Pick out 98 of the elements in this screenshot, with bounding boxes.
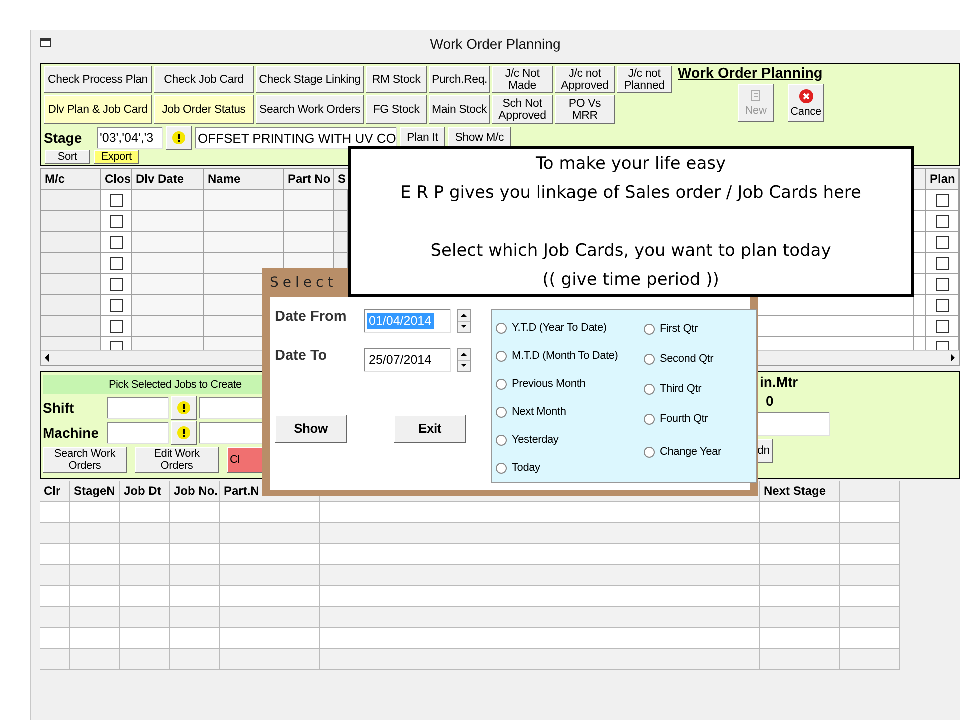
- lookup-button[interactable]: [171, 420, 197, 444]
- period-option[interactable]: Third Qtr: [644, 374, 756, 404]
- cancel-button[interactable]: Cance: [788, 84, 824, 122]
- table-cell: [840, 649, 900, 670]
- toolbar-button[interactable]: Check Stage Linking: [256, 66, 364, 93]
- table-cell: [284, 211, 334, 232]
- dialog-button[interactable]: Exit: [394, 415, 466, 443]
- toolbar-button[interactable]: Dlv Plan & Job Card: [44, 95, 152, 124]
- column-header[interactable]: Job No.: [170, 481, 220, 502]
- checkbox[interactable]: [110, 194, 122, 206]
- action-button[interactable]: Edit Work Orders: [135, 447, 219, 473]
- checkbox[interactable]: [936, 298, 948, 312]
- column-header[interactable]: Job Dt: [120, 481, 170, 502]
- column-header[interactable]: Clr: [40, 481, 70, 502]
- table-cell: [170, 649, 220, 670]
- table-cell: [40, 649, 70, 670]
- table-cell: [334, 211, 348, 232]
- toolbar-button[interactable]: Search Work Orders: [256, 95, 364, 124]
- callout-text: Select which Job Cards, you want to plan today: [430, 240, 832, 263]
- checkbox[interactable]: [110, 214, 122, 228]
- period-option[interactable]: M.T.D (Month To Date): [496, 342, 644, 370]
- column-header[interactable]: Plan: [926, 169, 959, 190]
- stage-name-field[interactable]: OFFSET PRINTING WITH UV CO: [195, 127, 397, 149]
- warning-icon: [177, 400, 191, 414]
- action-button[interactable]: Search Work Orders: [43, 447, 127, 473]
- toolbar-button[interactable]: J/c not Planned: [617, 66, 672, 93]
- new-icon: [749, 89, 763, 103]
- warning-icon: [177, 426, 191, 440]
- period-option[interactable]: Yesterday: [496, 426, 644, 454]
- metric-label: in.Mtr: [760, 374, 798, 390]
- stage-code-field[interactable]: '03','04','3: [97, 127, 163, 149]
- dialog-button[interactable]: Show: [275, 415, 347, 443]
- checkbox[interactable]: [936, 256, 948, 270]
- date-field[interactable]: 25/07/2014: [364, 348, 452, 372]
- column-header[interactable]: Clos: [101, 169, 132, 190]
- checkbox[interactable]: [936, 214, 948, 228]
- toolbar-button[interactable]: FG Stock: [366, 95, 427, 124]
- checkbox[interactable]: [110, 340, 122, 350]
- table-cell: [334, 232, 348, 253]
- checkbox[interactable]: [936, 278, 948, 290]
- checkbox[interactable]: [110, 298, 122, 312]
- column-header[interactable]: StageN: [70, 481, 120, 502]
- spin-button[interactable]: [457, 348, 471, 372]
- table-cell: [284, 190, 334, 211]
- checkbox[interactable]: [936, 340, 948, 350]
- form-heading: Work Order Planning: [678, 66, 824, 82]
- cancel-icon: [798, 88, 814, 104]
- column-header[interactable]: Next Stage: [760, 481, 840, 502]
- period-option[interactable]: Today: [496, 454, 644, 482]
- table-cell: [70, 649, 120, 670]
- toolbar-button[interactable]: Sch Not Approved: [492, 95, 553, 124]
- toolbar-button[interactable]: Purch.Req.: [429, 66, 490, 93]
- window-icon: [40, 38, 52, 48]
- date-label: Date To: [275, 348, 328, 364]
- input-field[interactable]: [107, 422, 169, 444]
- warning-icon: [172, 131, 186, 145]
- toolbar-button[interactable]: Main Stock: [429, 95, 490, 124]
- toolbar-button[interactable]: PO Vs MRR: [555, 95, 615, 124]
- period-option[interactable]: Y.T.D (Year To Date): [496, 314, 644, 342]
- spin-button[interactable]: [457, 309, 471, 333]
- column-header[interactable]: M/c: [41, 169, 101, 190]
- checkbox[interactable]: [110, 278, 122, 290]
- checkbox[interactable]: [936, 320, 948, 332]
- toolbar-button[interactable]: J/c not Approved: [555, 66, 615, 93]
- column-header[interactable]: Name: [204, 169, 284, 190]
- toolbar-button[interactable]: Job Order Status: [154, 95, 254, 124]
- field-label: Machine: [43, 424, 100, 440]
- period-option[interactable]: Next Month: [496, 398, 644, 426]
- column-header[interactable]: Part No: [284, 169, 334, 190]
- toolbar-button[interactable]: RM Stock: [366, 66, 427, 93]
- field-label: Shift: [43, 400, 76, 416]
- date-label: Date From: [275, 309, 348, 325]
- toolbar-button[interactable]: Check Process Plan: [44, 66, 152, 93]
- metric-value: 0: [766, 393, 774, 409]
- period-option[interactable]: Fourth Qtr: [644, 404, 756, 434]
- input-field[interactable]: [107, 396, 169, 418]
- callout-text: (( give time period )): [542, 269, 720, 292]
- period-option[interactable]: Second Qtr: [644, 344, 756, 374]
- checkbox[interactable]: [936, 194, 948, 206]
- checkbox[interactable]: [110, 320, 122, 332]
- column-header[interactable]: Dlv Date: [132, 169, 204, 190]
- window-title: Work Order Planning: [430, 36, 561, 52]
- callout-text: To make your life easy: [536, 153, 726, 176]
- dialog-title: Select: [270, 274, 338, 292]
- callout-text: E R P gives you linkage of Sales order / Job Cards here: [400, 182, 862, 205]
- table-cell: [284, 232, 334, 253]
- period-option[interactable]: First Qtr: [644, 314, 756, 344]
- list-button[interactable]: Sort: [45, 150, 90, 164]
- lookup-button[interactable]: [171, 396, 197, 420]
- lookup-button[interactable]: [166, 126, 192, 150]
- toolbar-button[interactable]: J/c Not Made: [492, 66, 553, 93]
- checkbox[interactable]: [936, 236, 948, 248]
- toolbar-button[interactable]: Check Job Card: [154, 66, 254, 93]
- checkbox[interactable]: [110, 256, 122, 270]
- table-cell: [120, 649, 170, 670]
- list-button[interactable]: Export: [94, 150, 139, 164]
- checkbox[interactable]: [110, 236, 122, 248]
- stage-label: Stage: [44, 130, 84, 146]
